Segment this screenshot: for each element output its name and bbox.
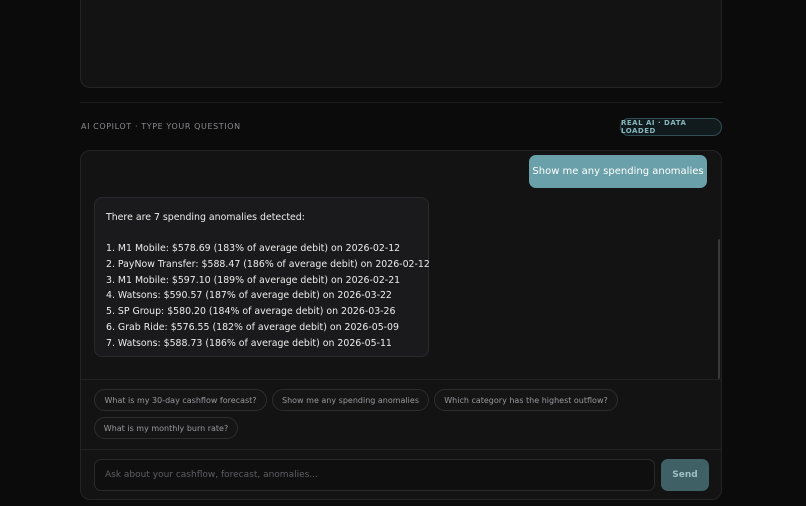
anomaly-item: 5. SP Group: $580.20 (184% of average de… bbox=[106, 306, 396, 318]
user-message-bubble: Show me any spending anomalies bbox=[529, 155, 707, 188]
anomaly-item: 7. Watsons: $588.73 (186% of average deb… bbox=[106, 337, 392, 349]
anomaly-item: 6. Grab Ride: $576.55 (182% of average d… bbox=[106, 321, 399, 333]
chat-input[interactable] bbox=[94, 459, 655, 491]
ai-message-intro: There are 7 spending anomalies detected: bbox=[106, 212, 305, 223]
anomaly-item: 4. Watsons: $590.57 (187% of average deb… bbox=[106, 290, 392, 302]
chips-divider bbox=[81, 379, 721, 380]
message-list[interactable]: Show me any spending anomalies There are… bbox=[81, 151, 721, 379]
input-divider bbox=[81, 449, 721, 450]
top-panel bbox=[80, 0, 722, 88]
ai-message-bubble: There are 7 spending anomalies detected:… bbox=[94, 197, 430, 357]
anomaly-item: 1. M1 Mobile: $578.69 (183% of average d… bbox=[106, 243, 401, 255]
message-scrollbar[interactable] bbox=[718, 239, 720, 379]
anomaly-item: 3. M1 Mobile: $597.10 (189% of average d… bbox=[106, 274, 401, 286]
suggestion-chip-anomalies[interactable]: Show me any spending anomalies bbox=[272, 389, 429, 411]
suggestion-chip-forecast[interactable]: What is my 30-day cashflow forecast? bbox=[94, 389, 267, 411]
suggestion-chip-burn-rate[interactable]: What is my monthly burn rate? bbox=[94, 417, 238, 439]
suggestion-chip-outflow[interactable]: Which category has the highest outflow? bbox=[434, 389, 618, 411]
copilot-section-label: AI COPILOT · TYPE YOUR QUESTION bbox=[81, 122, 241, 131]
chat-panel: Show me any spending anomalies There are… bbox=[80, 150, 722, 500]
send-button[interactable]: Send bbox=[661, 459, 709, 491]
section-divider bbox=[80, 102, 722, 103]
status-badge: REAL AI · DATA LOADED bbox=[620, 118, 722, 136]
anomaly-item: 2. PayNow Transfer: $588.47 (186% of ave… bbox=[106, 259, 430, 271]
